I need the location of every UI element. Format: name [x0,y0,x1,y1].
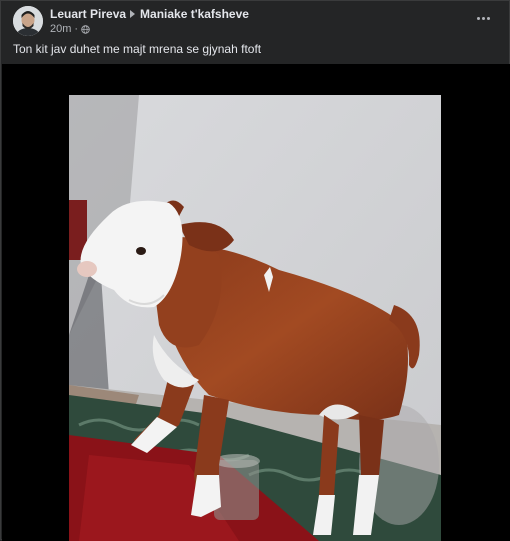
meta-separator: · [74,23,79,35]
group-name[interactable]: Maniake t'kafsheve [140,7,249,21]
post-time[interactable]: 20m [50,23,71,35]
post-meta: 20m · [50,22,90,36]
author-avatar[interactable] [13,6,43,36]
author-name[interactable]: Leuart Pireva [50,7,126,21]
calf-photo-image [69,95,441,541]
more-dot [481,16,485,20]
more-options-icon[interactable] [471,8,495,28]
globe-icon[interactable] [81,24,90,34]
post-header: Leuart Pireva Maniake t'kafsheve 20m · [13,6,499,38]
avatar-image [13,6,43,36]
calf-photo[interactable] [69,95,441,541]
post-caption: Ton kit jav duhet me majt mrena se gjyna… [13,42,262,56]
post-media[interactable] [2,64,510,541]
shared-to-arrow-icon [130,10,136,18]
more-dot [476,16,480,20]
author-line: Leuart Pireva Maniake t'kafsheve [50,6,249,22]
feed-post: Leuart Pireva Maniake t'kafsheve 20m · T… [0,0,510,541]
more-dot [486,16,490,20]
